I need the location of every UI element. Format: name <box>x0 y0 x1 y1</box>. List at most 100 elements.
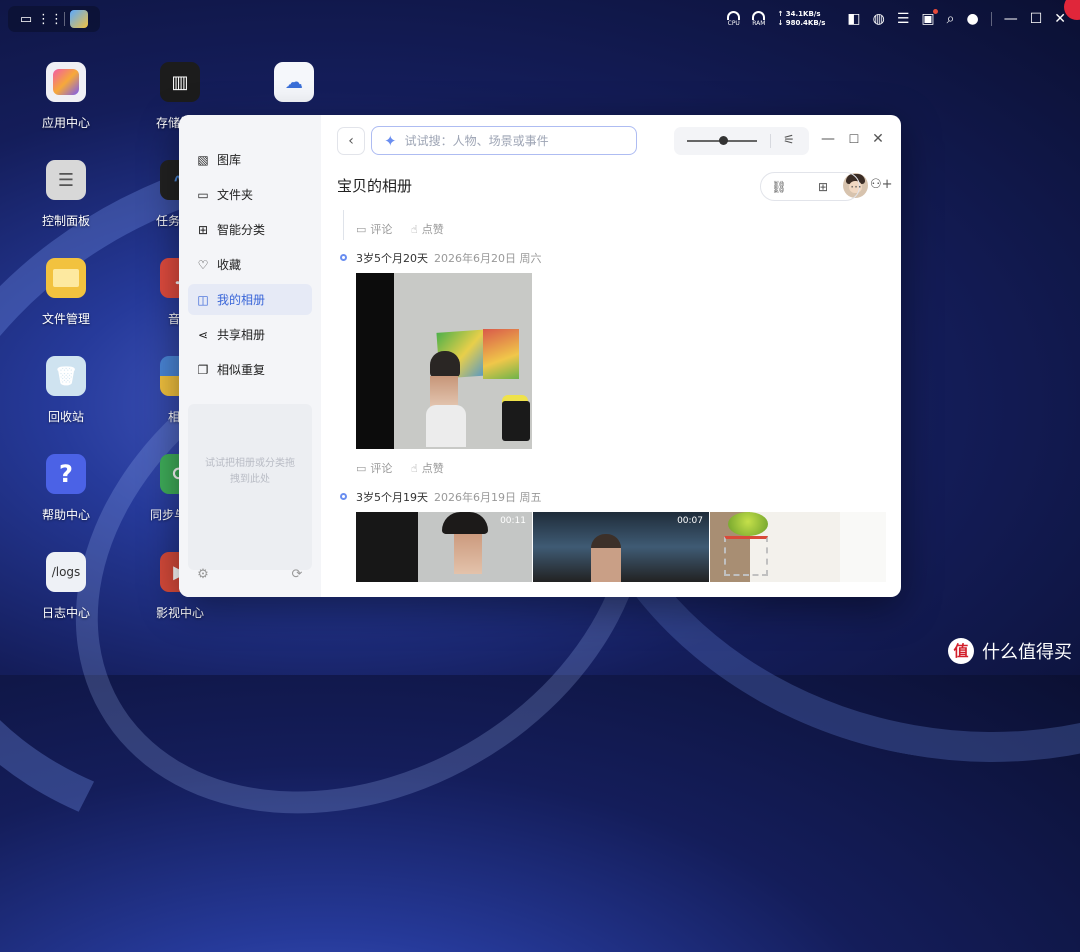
ram-meter[interactable]: RAM <box>752 11 765 27</box>
desktop-icon-file-manager[interactable]: 文件管理 <box>26 258 106 327</box>
photo-thumbnail[interactable] <box>710 512 886 582</box>
zoom-slider-handle[interactable] <box>719 136 728 145</box>
dropzone-text: 拽到此处 <box>230 474 270 485</box>
comment-button[interactable]: ▭ 评论 <box>356 221 392 237</box>
comment-label: 评论 <box>370 223 393 236</box>
date-header: 3岁5个月20天 2026年6月20日 周六 <box>356 250 542 266</box>
album-icon: ◫ <box>197 292 209 307</box>
corner-badge[interactable] <box>1064 0 1080 20</box>
desktop-icon-label: 帮助中心 <box>41 508 90 522</box>
photos-window: ▧ 图库 ▭ 文件夹 ⊞ 智能分类 ♡ 收藏 ◫ 我的相册 ⋖ 共享相册 ❐ 相似重复 试试把… <box>179 115 901 597</box>
like-button[interactable]: ☝ 点赞 <box>411 221 444 237</box>
link-icon[interactable]: ⛓ <box>771 179 787 195</box>
zoom-panel: ⚟ <box>674 127 809 155</box>
message-icon[interactable]: ▣ <box>921 9 938 26</box>
album-dropzone[interactable]: 试试把相册或分类拖 拽到此处 <box>188 404 312 570</box>
desktop-icon-label: 控制面板 <box>41 214 90 228</box>
search-icon[interactable]: ⌕ <box>947 12 955 26</box>
task-list-icon[interactable]: ☰ <box>897 12 910 26</box>
network-speed[interactable]: ↑ 34.1KB/s ↓ 980.4KB/s <box>777 10 825 28</box>
desktop-icon-app-center[interactable]: 应用中心 <box>26 62 106 131</box>
comment-icon: ▭ <box>356 222 367 236</box>
share-icon: ⋖ <box>197 327 209 342</box>
window-close-icon[interactable]: ✕ <box>871 132 885 146</box>
timeline-line <box>343 210 344 240</box>
filter-settings-icon[interactable]: ⚟ <box>780 132 798 150</box>
sparkle-icon: ✦ <box>384 131 397 150</box>
sidebar-item-label: 收藏 <box>217 258 242 272</box>
video-thumbnail[interactable]: 00:07 <box>533 512 709 582</box>
sidebar-item-gallery[interactable]: ▧ 图库 <box>188 144 312 175</box>
logs-icon: /logs <box>46 552 86 592</box>
desktop-icon-control-panel[interactable]: ☰ 控制面板 <box>26 160 106 229</box>
refresh-icon[interactable]: ⟳ <box>289 567 305 583</box>
date-header: 3岁5个月19天 2026年6月19日 周五 <box>356 489 542 505</box>
trash-icon: 🗑 <box>46 356 86 396</box>
globe-icon[interactable]: ◍ <box>873 12 885 26</box>
comment-label: 评论 <box>370 462 393 475</box>
add-photo-icon[interactable]: ⊞ <box>815 179 831 195</box>
sidebar-item-label: 图库 <box>217 153 242 167</box>
thumbs-up-icon: ☝ <box>411 461 418 475</box>
sidebar-item-my-albums[interactable]: ◫ 我的相册 <box>188 284 312 315</box>
desktop-icon-label: 回收站 <box>47 410 84 424</box>
desktop-icon-label: 应用中心 <box>41 116 90 130</box>
heart-icon: ♡ <box>197 257 209 272</box>
logs-icon-text: /logs <box>51 565 81 579</box>
desktop-icon-cloud[interactable]: ☁ <box>254 62 334 114</box>
folder-icon: ▭ <box>197 187 209 202</box>
window-maximize-icon[interactable]: ☐ <box>847 132 861 146</box>
net-down: 980.4KB/s <box>785 19 826 27</box>
more-icon[interactable]: ··· <box>849 179 863 195</box>
desktop-icon[interactable]: ▭ <box>16 9 36 29</box>
user-icon[interactable]: ● <box>966 12 978 26</box>
thumbs-up-icon: ☝ <box>411 222 418 236</box>
add-member-icon[interactable]: ⚇+ <box>870 177 893 192</box>
age-label: 3岁5个月19天 <box>356 491 428 504</box>
cpu-meter[interactable]: CPU <box>727 11 741 27</box>
photo-app-icon[interactable] <box>69 9 89 29</box>
sidebar-item-similar[interactable]: ❐ 相似重复 <box>188 354 312 385</box>
net-up: 34.1KB/s <box>785 10 821 18</box>
main-panel: ‹ ✦ 试试搜：人物、场景或事件 ⚟ — ☐ ✕ 宝贝的相册 ⚇+ ⛓ ⊞ ··… <box>321 115 901 597</box>
video-duration: 00:11 <box>500 516 526 526</box>
sidebar-item-favorites[interactable]: ♡ 收藏 <box>188 249 312 280</box>
video-duration: 00:07 <box>677 516 703 526</box>
sidebar-item-label: 我的相册 <box>217 293 266 307</box>
minimize-icon[interactable]: — <box>1004 12 1018 26</box>
taskbar-left: ▭ ⋮⋮ <box>8 6 100 32</box>
grid-icon[interactable]: ⋮⋮ <box>37 9 63 29</box>
maximize-icon[interactable]: ☐ <box>1030 12 1043 26</box>
search-placeholder: 试试搜：人物、场景或事件 <box>404 134 549 148</box>
timeline-dot <box>340 254 347 261</box>
desktop-icon-help[interactable]: ? 帮助中心 <box>26 454 106 523</box>
watermark: 值 什么值得买 <box>948 638 1072 664</box>
close-icon[interactable]: ✕ <box>1054 12 1066 26</box>
comment-icon: ▭ <box>356 461 367 475</box>
ram-label: RAM <box>752 20 766 27</box>
like-button[interactable]: ☝ 点赞 <box>411 460 444 476</box>
tray-divider <box>990 12 992 26</box>
photo-thumbnail[interactable] <box>356 273 532 449</box>
sidebar-item-folder[interactable]: ▭ 文件夹 <box>188 179 312 210</box>
desktop-icon-trash[interactable]: 🗑 回收站 <box>26 356 106 425</box>
layout-icon[interactable]: ◧ <box>847 12 860 26</box>
sidebar-item-label: 相似重复 <box>217 363 266 377</box>
sidebar-item-shared-albums[interactable]: ⋖ 共享相册 <box>188 319 312 350</box>
desktop-icon-label: 文件管理 <box>41 312 90 326</box>
video-thumbnail[interactable]: 00:11 <box>356 512 532 582</box>
window-minimize-icon[interactable]: — <box>821 132 835 146</box>
desktop-icon-logs[interactable]: /logs 日志中心 <box>26 552 106 621</box>
settings-icon[interactable]: ⚙ <box>195 567 211 583</box>
search-input[interactable]: ✦ 试试搜：人物、场景或事件 <box>371 126 637 155</box>
like-label: 点赞 <box>421 462 444 475</box>
desktop-icon-label: 影视中心 <box>155 606 204 620</box>
back-button[interactable]: ‹ <box>337 127 365 155</box>
date-label: 2026年6月19日 周五 <box>434 491 542 504</box>
app-center-icon <box>46 62 86 102</box>
gallery-icon: ▧ <box>197 152 209 167</box>
sidebar-item-smart-category[interactable]: ⊞ 智能分类 <box>188 214 312 245</box>
watermark-text: 什么值得买 <box>982 642 1072 663</box>
comment-button[interactable]: ▭ 评论 <box>356 460 392 476</box>
taskbar-divider <box>64 12 65 26</box>
